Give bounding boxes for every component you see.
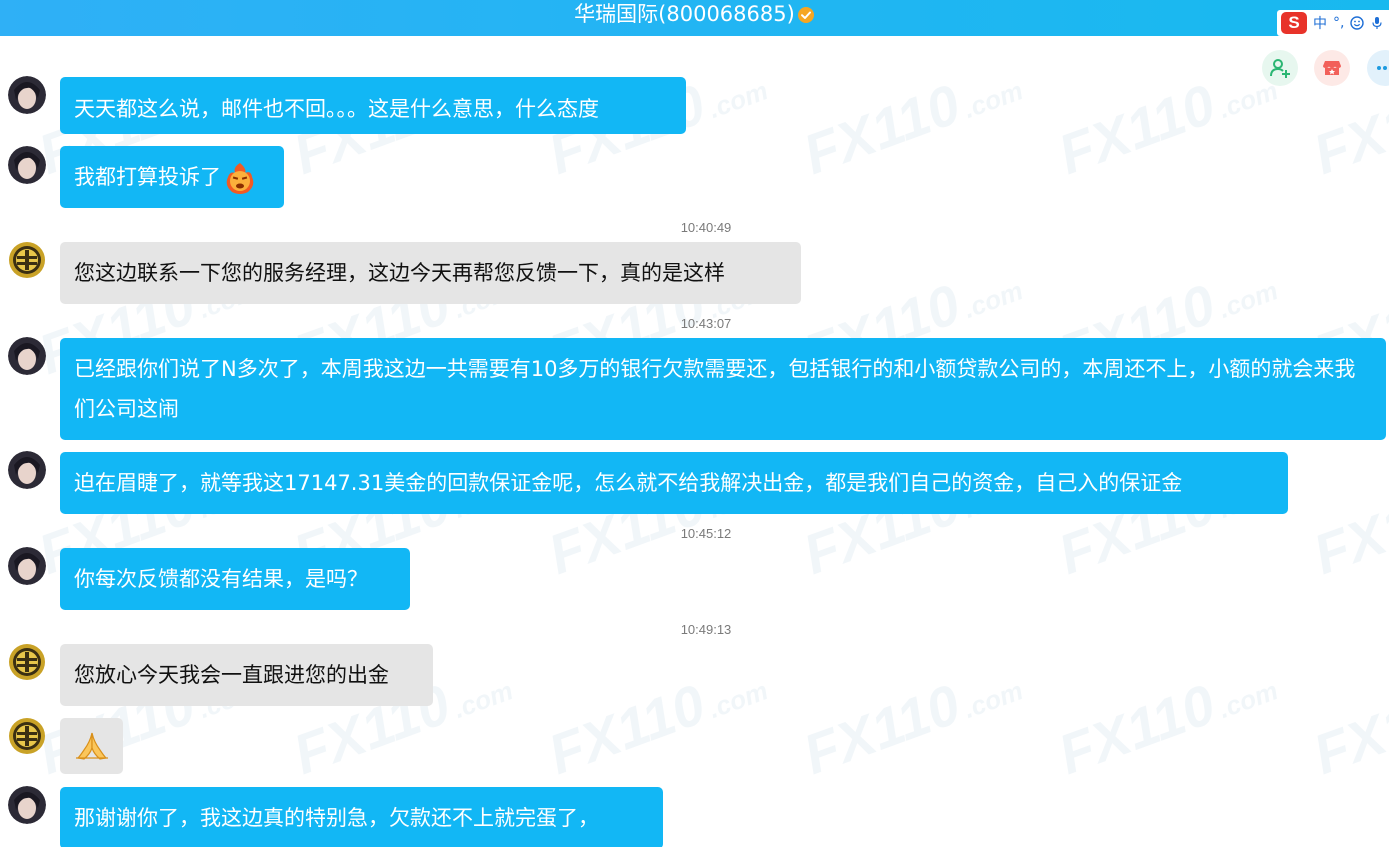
service-avatar-image bbox=[9, 242, 45, 278]
message-bubble[interactable]: 您放心今天我会一直跟进您的出金 bbox=[60, 644, 433, 706]
message-timestamp: 10:40:49 bbox=[680, 220, 732, 235]
message-text: 迫在眉睫了，就等我这17147.31美金的回款保证金呢，怎么就不给我解决出金，都… bbox=[74, 471, 1183, 495]
message-bubble[interactable]: 那谢谢你了，我这边真的特别急，欠款还不上就完蛋了， bbox=[60, 787, 663, 847]
message-bubble[interactable]: 您这边联系一下您的服务经理，这边今天再帮您反馈一下，真的是这样 bbox=[60, 242, 801, 304]
user-avatar[interactable] bbox=[8, 337, 46, 375]
message-text: 天天都这么说，邮件也不回。。。这是什么意思，什么态度 bbox=[74, 97, 599, 121]
ime-punct-toggle[interactable]: °, bbox=[1333, 15, 1344, 31]
message-text: 已经跟你们说了N多次了，本周我这边一共需要有10多万的银行欠款需要还，包括银行的… bbox=[74, 357, 1356, 421]
message-text: 那谢谢你了，我这边真的特别急，欠款还不上就完蛋了， bbox=[74, 806, 599, 830]
user-avatar-image bbox=[8, 451, 46, 489]
more-icon bbox=[1377, 66, 1387, 70]
chat-window: 华瑞国际(800068685) S 中 °, FX110.comFX1 bbox=[0, 0, 1389, 847]
user-avatar-image bbox=[8, 786, 46, 824]
user-avatar-image bbox=[8, 547, 46, 585]
message-text: 你每次反馈都没有结果，是吗？ bbox=[74, 567, 368, 591]
user-avatar[interactable] bbox=[8, 146, 46, 184]
message-text: 您这边联系一下您的服务经理，这边今天再帮您反馈一下，真的是这样 bbox=[74, 261, 725, 285]
microphone-icon[interactable] bbox=[1370, 16, 1384, 30]
user-avatar[interactable] bbox=[8, 547, 46, 585]
title-wrap: 华瑞国际(800068685) bbox=[0, 0, 1389, 28]
message-text: 我都打算投诉了 bbox=[74, 165, 221, 189]
ime-mode-toggle[interactable]: 中 bbox=[1313, 13, 1327, 33]
user-avatar[interactable] bbox=[8, 451, 46, 489]
chat-title[interactable]: 华瑞国际(800068685) bbox=[574, 1, 795, 27]
user-avatar-image bbox=[8, 76, 46, 114]
message-timestamp: 10:43:07 bbox=[680, 316, 732, 331]
message-bubble[interactable]: 你每次反馈都没有结果，是吗？ bbox=[60, 548, 410, 610]
add-user-icon bbox=[1270, 59, 1290, 78]
user-avatar-image bbox=[8, 337, 46, 375]
message-text: 您放心今天我会一直跟进您的出金 bbox=[74, 663, 389, 687]
message-bubble[interactable]: 天天都这么说，邮件也不回。。。这是什么意思，什么态度 bbox=[60, 77, 686, 134]
message-bubble[interactable] bbox=[60, 718, 123, 774]
service-avatar-image bbox=[9, 718, 45, 754]
smiley-icon[interactable] bbox=[1350, 16, 1365, 30]
user-avatar-image bbox=[8, 146, 46, 184]
angry-fire-emoji bbox=[226, 163, 254, 194]
praying-hands-emoji bbox=[75, 732, 108, 760]
service-avatar[interactable] bbox=[8, 241, 46, 279]
message-bubble[interactable]: 已经跟你们说了N多次了，本周我这边一共需要有10多万的银行欠款需要还，包括银行的… bbox=[60, 338, 1386, 440]
service-avatar[interactable] bbox=[8, 717, 46, 755]
message-bubble[interactable]: 我都打算投诉了 bbox=[60, 146, 284, 208]
ime-toolbar[interactable]: S 中 °, bbox=[1277, 10, 1389, 36]
title-bar: 华瑞国际(800068685) S 中 °, bbox=[0, 0, 1389, 36]
message-timestamp: 10:45:12 bbox=[680, 526, 732, 541]
user-avatar[interactable] bbox=[8, 786, 46, 824]
verified-badge-icon bbox=[797, 7, 814, 23]
service-avatar[interactable] bbox=[8, 643, 46, 681]
user-avatar[interactable] bbox=[8, 76, 46, 114]
message-list[interactable]: 天天都这么说，邮件也不回。。。这是什么意思，什么态度 我都打算投诉了 10:40… bbox=[0, 36, 1389, 847]
shop-button[interactable] bbox=[1314, 50, 1350, 86]
message-bubble[interactable]: 迫在眉睫了，就等我这17147.31美金的回款保证金呢，怎么就不给我解决出金，都… bbox=[60, 452, 1288, 514]
sogou-logo-icon[interactable]: S bbox=[1281, 12, 1307, 34]
shop-icon bbox=[1323, 61, 1341, 75]
message-timestamp: 10:49:13 bbox=[680, 622, 732, 637]
add-user-button[interactable] bbox=[1262, 50, 1298, 86]
service-avatar-image bbox=[9, 644, 45, 680]
